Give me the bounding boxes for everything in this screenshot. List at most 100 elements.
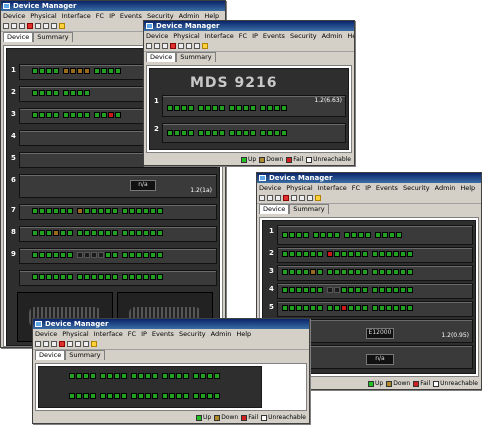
slot-number: 4 bbox=[11, 132, 16, 140]
tab-device[interactable]: Device bbox=[3, 32, 34, 42]
slot-1-module[interactable]: 1 1.2(6.63) bbox=[154, 95, 346, 117]
menu-ip[interactable]: IP bbox=[109, 12, 115, 20]
chart-icon[interactable] bbox=[19, 23, 25, 29]
open-icon[interactable] bbox=[3, 23, 9, 29]
menu-device[interactable]: Device bbox=[35, 330, 57, 338]
slot-2-module[interactable]: 2 bbox=[269, 247, 473, 263]
slot-9-module[interactable]: 9 bbox=[11, 248, 217, 264]
open-icon[interactable] bbox=[35, 341, 41, 347]
refresh-icon[interactable] bbox=[154, 43, 160, 49]
menu-admin[interactable]: Admin bbox=[179, 12, 200, 20]
open-icon[interactable] bbox=[259, 195, 265, 201]
slot-10-module[interactable] bbox=[19, 270, 217, 286]
chart-icon[interactable] bbox=[51, 341, 57, 347]
print-icon[interactable] bbox=[51, 23, 57, 29]
refresh-icon[interactable] bbox=[267, 195, 273, 201]
slot-6-module[interactable]: 6 n/a 1.2(1a) bbox=[11, 174, 217, 198]
menu-ip[interactable]: IP bbox=[141, 330, 147, 338]
menu-interface[interactable]: Interface bbox=[94, 330, 123, 338]
delete-icon[interactable] bbox=[178, 43, 184, 49]
menu-fc[interactable]: FC bbox=[128, 330, 136, 338]
port-row-2[interactable] bbox=[69, 393, 221, 401]
menu-security[interactable]: Security bbox=[290, 32, 317, 40]
open-icon[interactable] bbox=[146, 43, 152, 49]
slot-2-module[interactable]: 2 bbox=[154, 123, 346, 143]
copy-icon[interactable] bbox=[75, 341, 81, 347]
tab-summary[interactable]: Summary bbox=[65, 350, 105, 360]
tab-summary[interactable]: Summary bbox=[33, 32, 73, 42]
print-icon[interactable] bbox=[83, 341, 89, 347]
menu-admin[interactable]: Admin bbox=[322, 32, 343, 40]
tab-device[interactable]: Device bbox=[259, 204, 290, 214]
help-icon[interactable] bbox=[202, 43, 208, 49]
slot-2-module[interactable]: 2 bbox=[11, 86, 151, 102]
delete-icon[interactable] bbox=[291, 195, 297, 201]
print-icon[interactable] bbox=[194, 43, 200, 49]
chart-icon[interactable] bbox=[162, 43, 168, 49]
slot-3-module[interactable]: 3 bbox=[269, 265, 473, 281]
menu-security[interactable]: Security bbox=[147, 12, 174, 20]
menu-fc[interactable]: FC bbox=[352, 184, 360, 192]
chart-icon[interactable] bbox=[275, 195, 281, 201]
menu-physical[interactable]: Physical bbox=[30, 12, 56, 20]
copy-icon[interactable] bbox=[186, 43, 192, 49]
copy-icon[interactable] bbox=[43, 23, 49, 29]
menu-help[interactable]: Help bbox=[204, 12, 219, 20]
menu-fc[interactable]: FC bbox=[239, 32, 247, 40]
refresh-icon[interactable] bbox=[11, 23, 17, 29]
menu-device[interactable]: Device bbox=[3, 12, 25, 20]
tab-device[interactable]: Device bbox=[35, 350, 66, 360]
title-bar[interactable]: Device Manager bbox=[33, 319, 309, 329]
menu-fc[interactable]: FC bbox=[96, 12, 104, 20]
menu-help[interactable]: Help bbox=[236, 330, 251, 338]
menu-events[interactable]: Events bbox=[376, 184, 398, 192]
tab-summary[interactable]: Summary bbox=[176, 52, 216, 62]
menu-interface[interactable]: Interface bbox=[205, 32, 234, 40]
slot-7-module[interactable]: 7 bbox=[11, 204, 217, 220]
gear-icon[interactable] bbox=[27, 23, 33, 29]
menu-device[interactable]: Device bbox=[259, 184, 281, 192]
menu-admin[interactable]: Admin bbox=[211, 330, 232, 338]
menu-ip[interactable]: IP bbox=[365, 184, 371, 192]
menu-help[interactable]: Help bbox=[460, 184, 475, 192]
title-bar[interactable]: Device Manager bbox=[144, 21, 354, 31]
menu-events[interactable]: Events bbox=[152, 330, 174, 338]
menu-interface[interactable]: Interface bbox=[62, 12, 91, 20]
gear-icon[interactable] bbox=[59, 341, 65, 347]
copy-icon[interactable] bbox=[299, 195, 305, 201]
slot-4-module[interactable]: 4 bbox=[269, 283, 473, 299]
slot-5-module[interactable]: 5 bbox=[269, 301, 473, 317]
title-bar[interactable]: Device Manager bbox=[257, 173, 481, 183]
print-icon[interactable] bbox=[307, 195, 313, 201]
tab-strip: Device Summary bbox=[144, 52, 354, 62]
toolbar bbox=[33, 339, 309, 350]
menu-security[interactable]: Security bbox=[403, 184, 430, 192]
refresh-icon[interactable] bbox=[43, 341, 49, 347]
menu-help[interactable]: Help bbox=[347, 32, 354, 40]
menu-device[interactable]: Device bbox=[146, 32, 168, 40]
menu-events[interactable]: Events bbox=[263, 32, 285, 40]
gear-icon[interactable] bbox=[170, 43, 176, 49]
menu-physical[interactable]: Physical bbox=[286, 184, 312, 192]
menu-events[interactable]: Events bbox=[120, 12, 142, 20]
help-icon[interactable] bbox=[91, 341, 97, 347]
delete-icon[interactable] bbox=[35, 23, 41, 29]
menu-physical[interactable]: Physical bbox=[62, 330, 88, 338]
slot-1-module[interactable]: 1 bbox=[11, 64, 151, 80]
tab-summary[interactable]: Summary bbox=[289, 204, 329, 214]
menu-ip[interactable]: IP bbox=[252, 32, 258, 40]
help-icon[interactable] bbox=[59, 23, 65, 29]
menu-admin[interactable]: Admin bbox=[435, 184, 456, 192]
title-bar[interactable]: Device Manager bbox=[1, 1, 225, 11]
slot-8-module[interactable]: 8 bbox=[11, 226, 217, 242]
menu-interface[interactable]: Interface bbox=[318, 184, 347, 192]
delete-icon[interactable] bbox=[67, 341, 73, 347]
help-icon[interactable] bbox=[315, 195, 321, 201]
menu-security[interactable]: Security bbox=[179, 330, 206, 338]
gear-icon[interactable] bbox=[283, 195, 289, 201]
slot-1-module[interactable]: 1 bbox=[269, 225, 473, 245]
port-row-1[interactable] bbox=[69, 373, 221, 381]
tab-device[interactable]: Device bbox=[146, 52, 177, 62]
slot-3-module[interactable]: 3 bbox=[11, 108, 151, 124]
menu-physical[interactable]: Physical bbox=[173, 32, 199, 40]
